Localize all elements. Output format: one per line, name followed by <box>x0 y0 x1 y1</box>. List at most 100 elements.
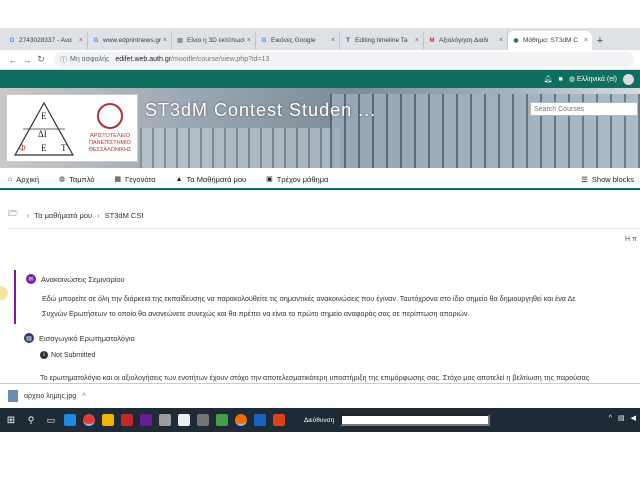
breadcrumb-my-courses[interactable]: Τα μαθήματά μου <box>34 211 92 220</box>
globe-icon[interactable]: ◍ <box>569 75 575 83</box>
pdf-icon[interactable] <box>121 414 133 426</box>
browser-tab-strip: G 2743028337 - Ανα × Gwww.edprintnews.gr × ▤ Ε… <box>0 28 640 50</box>
browser-tab[interactable]: ◉ Μάθημα: ST3dM C × <box>508 31 592 50</box>
menu-item-3[interactable]: ▲ Τα Μαθήματά μου <box>176 175 247 184</box>
url-input[interactable]: ⓘ Μη ασφαλής edifet.web.auth.gr /moodle/… <box>54 52 634 67</box>
back-icon[interactable]: ← <box>6 55 20 65</box>
close-icon[interactable]: × <box>499 37 503 44</box>
screen: G 2743028337 - Ανα × Gwww.edprintnews.gr × ▤ Ε… <box>0 0 640 480</box>
sliders-icon: ☰ <box>581 175 588 184</box>
completion-status: i Not Submitted <box>40 351 95 359</box>
new-tab-button[interactable]: + <box>592 31 608 50</box>
logo-letter: Φ <box>19 143 26 153</box>
chrome-canary-icon[interactable] <box>235 414 247 426</box>
tab-label: Αξιολόγηση Διαδι <box>439 37 489 44</box>
forward-icon[interactable]: → <box>20 55 34 65</box>
tab-label: Είναι η 3D εκτύπωση <box>187 37 245 44</box>
security-label: Μη ασφαλής <box>70 56 110 63</box>
questionnaire-description: Το ερωτηματολόγιο και οι αξιολογήσεις τω… <box>40 373 590 382</box>
logo-letter: Ε <box>41 143 47 153</box>
status-text: Not Submitted <box>51 351 96 359</box>
tab-label: 2743028337 - Ανα <box>19 37 72 44</box>
tab-label: Εικόνες Google <box>271 37 316 44</box>
university-seal-icon <box>97 103 123 129</box>
course-header-banner: Ε ΔΙ Φ Ε Τ ΑΡΙΣΤΟΤΕΛΕΙΟ ΠΑΝΕΠΙΣΤΗΜΙΟ ΘΕΣ… <box>0 88 640 168</box>
tab-label: www.edprintnews.gr <box>103 37 161 44</box>
search-icon[interactable]: ⚲ <box>24 413 38 427</box>
google-g-icon: G <box>261 37 267 44</box>
system-tray: ^ ▤ ◀ <box>603 414 636 423</box>
browser-tab[interactable]: ▤ Είναι η 3D εκτύπωση × <box>172 31 256 50</box>
mouse-cursor-highlight <box>0 286 8 300</box>
network-icon[interactable]: ▤ <box>618 414 625 422</box>
bell-icon[interactable]: 🔔︎ <box>544 75 553 83</box>
download-filename[interactable]: αρχειο λημης.jpg <box>24 393 76 400</box>
course-content: ✉ Ανακοινώσεις Σεμιναρίου Εδώ μπορείτε σ… <box>14 270 640 382</box>
home-icon: ⌂ <box>8 175 13 183</box>
browser-tab[interactable]: M Αξιολόγηση Διαδι × <box>424 31 508 50</box>
course-menu-bar: ⌂ Αρχική ◍ Ταμπλό ▦ Γεγονότα ▲ Τα Μαθήματά μου ▣… <box>0 170 640 190</box>
folder-open-icon: 🗁︎ <box>8 209 18 218</box>
mail-icon[interactable] <box>178 414 190 426</box>
moodle-icon: ◉ <box>513 38 519 44</box>
forum-activity-link[interactable]: ✉ Ανακοινώσεις Σεμιναρίου <box>26 274 125 284</box>
chevron-up-icon[interactable]: ^ <box>609 415 612 422</box>
info-icon[interactable]: ⓘ <box>60 55 67 65</box>
menu-item-label: Γεγονότα <box>125 174 156 184</box>
app-icon[interactable] <box>140 414 152 426</box>
forum-activity: ✉ Ανακοινώσεις Σεμιναρίου Εδώ μπορείτε σ… <box>14 270 640 324</box>
logo-letter: ΔΙ <box>38 129 47 139</box>
close-icon[interactable]: × <box>584 37 588 44</box>
doc-icon: ▤ <box>177 38 183 44</box>
banner-building-image <box>140 128 340 168</box>
taskbar-address-input[interactable] <box>340 414 491 426</box>
url-path: /moodle/course/view.php?id=13 <box>171 56 270 63</box>
menu-item-label: Τα Μαθήματά μου <box>186 174 247 184</box>
chat-icon[interactable]: ■ <box>559 76 563 83</box>
forum-description-line: Εδώ μπορείτε σε όλη την διάρκεια της εκπ… <box>42 294 576 303</box>
task-view-icon[interactable]: ▭ <box>44 413 58 427</box>
questionnaire-icon: ▤ <box>24 333 34 343</box>
google-g-icon: G <box>9 37 15 44</box>
questionnaire-activity-link[interactable]: ▤ Εισαγωγικό Ερωτηματολόγιο <box>24 333 135 343</box>
reload-icon[interactable]: ↻ <box>34 54 48 65</box>
box-icon[interactable] <box>159 414 171 426</box>
menu-item-2[interactable]: ▦ Γεγονότα <box>115 175 156 184</box>
close-icon[interactable]: × <box>79 37 83 44</box>
windows-start-icon[interactable]: ⊞ <box>4 413 18 427</box>
taskbar-address-label: Διεύθυνση <box>304 416 335 424</box>
close-icon[interactable]: × <box>163 37 167 44</box>
chevron-up-icon[interactable]: ^ <box>82 393 85 400</box>
close-icon[interactable]: × <box>247 37 251 44</box>
powerpoint-icon[interactable] <box>273 414 285 426</box>
dashboard-icon: ◍ <box>59 176 66 183</box>
divider <box>8 228 640 229</box>
breadcrumb-course[interactable]: ST3dM CSI <box>105 211 144 220</box>
download-bar: αρχειο λημης.jpg ^ <box>0 383 640 408</box>
site-logo[interactable]: Ε ΔΙ Φ Ε Τ ΑΡΙΣΤΟΤΕΛΕΙΟ ΠΑΝΕΠΙΣΤΗΜΙΟ ΘΕΣ… <box>6 94 138 162</box>
browser-tab[interactable]: T Editing timeline Ta × <box>340 31 424 50</box>
menu-item-4[interactable]: ▣ Τρέχον μάθημα <box>266 175 328 184</box>
browser-tab[interactable]: G Εικόνες Google × <box>256 31 340 50</box>
show-blocks-button[interactable]: ☰ Show blocks <box>581 175 634 184</box>
chrome-icon[interactable] <box>83 414 95 426</box>
sitemap-icon: ▣ <box>266 176 273 183</box>
menu-item-1[interactable]: ◍ Ταμπλό <box>59 175 95 184</box>
image-file-icon <box>8 390 18 402</box>
edge-icon[interactable] <box>64 414 76 426</box>
avatar[interactable] <box>623 73 634 85</box>
word-icon[interactable] <box>254 414 266 426</box>
store-icon[interactable] <box>216 414 228 426</box>
browser-tab[interactable]: Gwww.edprintnews.gr × <box>88 31 172 50</box>
file-explorer-icon[interactable] <box>102 414 114 426</box>
search-courses-input[interactable] <box>530 102 638 116</box>
breadcrumb-separator: › <box>26 210 30 220</box>
close-icon[interactable]: × <box>415 37 419 44</box>
browser-tab[interactable]: G 2743028337 - Ανα × <box>4 31 88 50</box>
breadcrumb: 🗁︎ › Τα μαθήματά μου › ST3dM CSI <box>8 208 143 222</box>
menu-item-0[interactable]: ⌂ Αρχική <box>8 175 39 184</box>
app-icon[interactable] <box>197 414 209 426</box>
volume-icon[interactable]: ◀ <box>631 414 636 422</box>
language-menu[interactable]: Ελληνικά (el) <box>577 76 617 83</box>
close-icon[interactable]: × <box>331 37 335 44</box>
